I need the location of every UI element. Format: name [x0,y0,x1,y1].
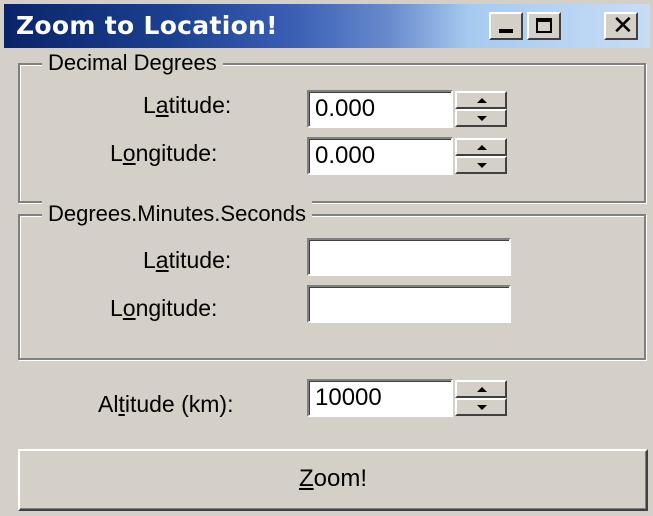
dd-latitude-spin-up[interactable] [455,91,507,109]
arrow-up-icon [477,98,487,103]
dd-latitude-input[interactable]: 0.000 [307,90,453,128]
close-button[interactable]: ✕ [604,12,638,40]
dd-longitude-input[interactable]: 0.000 [307,137,453,175]
dms-latitude-input[interactable] [307,238,511,276]
arrow-down-icon [477,405,487,410]
dd-longitude-label: Longitude: [110,140,218,166]
altitude-spin-up[interactable] [455,380,507,398]
dd-longitude-spin-down[interactable] [455,156,507,174]
dd-latitude-spinner[interactable] [455,91,507,127]
altitude-label: Altitude (km): [98,391,234,417]
arrow-up-icon [477,145,487,150]
zoom-button-label: oom! [313,465,368,492]
dd-latitude-label: Latitude: [143,92,232,118]
altitude-input[interactable]: 10000 [307,379,453,417]
arrow-down-icon [477,163,487,168]
title-bar[interactable]: Zoom to Location! ✕ [4,4,650,48]
dd-longitude-spinner[interactable] [455,138,507,174]
arrow-up-icon [477,387,487,392]
dms-legend: Degrees.Minutes.Seconds [42,200,313,228]
arrow-down-icon [477,116,487,121]
altitude-spin-down[interactable] [455,398,507,416]
zoom-button[interactable]: Zoom! [18,449,648,511]
altitude-spinner[interactable] [455,380,507,416]
dd-latitude-spin-down[interactable] [455,109,507,127]
dms-latitude-label: Latitude: [143,247,232,273]
dd-longitude-spin-up[interactable] [455,138,507,156]
maximize-button[interactable] [527,12,561,40]
window-title: Zoom to Location! [16,11,278,40]
minimize-button[interactable] [489,12,523,40]
dms-longitude-input[interactable] [307,285,511,323]
decimal-degrees-group: Decimal Degrees [18,49,646,203]
maximize-icon [536,18,552,33]
zoom-button-accel: Z [298,465,314,492]
zoom-to-location-dialog: Zoom to Location! ✕ Decimal Degrees Lati… [0,0,653,516]
minimize-icon [499,29,513,33]
decimal-degrees-legend: Decimal Degrees [42,49,223,77]
close-icon: ✕ [612,11,634,41]
dms-longitude-label: Longitude: [110,295,218,321]
